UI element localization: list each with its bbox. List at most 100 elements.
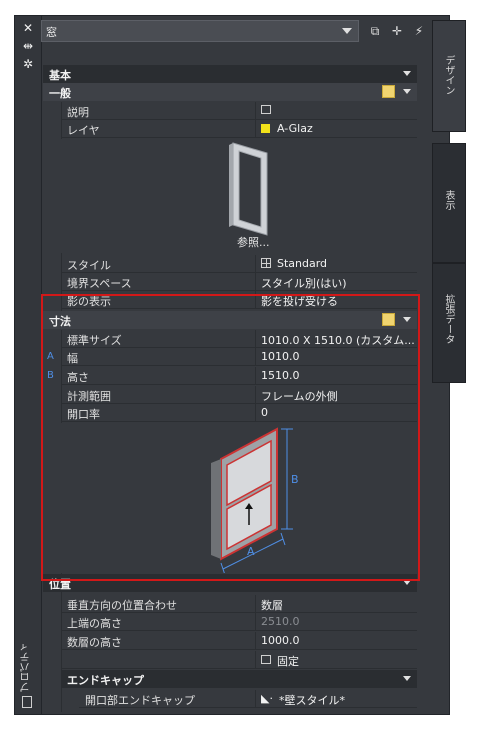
select-objects-icon[interactable]: ✛	[388, 22, 406, 40]
row-bound-spaces[interactable]: 境界スペース スタイル別(はい)	[61, 273, 417, 291]
autohide-icon[interactable]: ⇹	[21, 40, 35, 52]
row-value: スタイル別(はい)	[261, 277, 347, 290]
object-type-value: 窓	[46, 26, 57, 39]
anchor-icon[interactable]	[261, 655, 271, 664]
column-divider	[255, 690, 256, 708]
row-value: 1000.0	[261, 634, 300, 647]
row-key: 計測範囲	[67, 390, 111, 403]
column-divider	[255, 120, 256, 138]
row-value: 影を投げ受ける	[261, 295, 338, 308]
row-value: 2510.0	[261, 615, 300, 628]
column-divider	[255, 386, 256, 404]
palette-titlebar: ✕ ⇹ ✲ プロパティ	[15, 16, 42, 714]
row-measure-to[interactable]: 計測範囲 フレームの外側	[61, 386, 417, 404]
row-height[interactable]: 高さ 1510.0	[61, 367, 417, 385]
object-type-select[interactable]: 窓	[41, 20, 359, 42]
row-key: レイヤ	[67, 124, 100, 137]
tab-design[interactable]: デザイン	[432, 20, 466, 132]
settings-icon[interactable]	[382, 85, 395, 98]
row-opening-percent[interactable]: 開口率 0	[61, 404, 417, 422]
row-value: *壁スタイル*	[279, 694, 345, 707]
section-location-label: 位置	[49, 578, 71, 591]
row-key: 垂直方向の位置合わせ	[67, 599, 177, 612]
row-value: 数層	[261, 599, 283, 612]
dimension-marker-a: A	[47, 351, 54, 362]
column-divider	[255, 255, 256, 273]
row-anchor[interactable]: 固定	[61, 651, 417, 669]
tab-extended-data-label: 拡張データ	[443, 294, 454, 344]
row-key: 標準サイズ	[67, 334, 122, 347]
row-key: スタイル	[67, 259, 111, 272]
palette-icon	[22, 696, 32, 708]
chevron-down-icon	[403, 676, 411, 681]
chevron-down-icon	[403, 580, 411, 585]
row-opening-endcap[interactable]: 開口部エンドキャップ ◣· *壁スタイル*	[79, 690, 417, 708]
palette-title: プロパティ	[21, 642, 32, 692]
settings-icon[interactable]	[382, 313, 395, 326]
row-shadow-display[interactable]: 影の表示 影を投げ受ける	[61, 291, 417, 309]
section-basic-label: 基本	[49, 69, 71, 82]
section-dimensions[interactable]: 寸法	[43, 311, 417, 329]
row-key: 境界スペース	[67, 277, 132, 290]
row-value: 1010.0	[261, 350, 300, 363]
row-standard-size[interactable]: 標準サイズ 1010.0 X 1510.0 (カスタム...	[61, 330, 417, 348]
quick-select-icon[interactable]: ⚡	[410, 22, 428, 40]
row-value: 1010.0 X 1510.0 (カスタム...	[261, 334, 415, 347]
row-value: 固定	[277, 655, 299, 668]
row-layer[interactable]: レイヤ A-Glaz	[61, 120, 417, 138]
row-width[interactable]: 幅 1010.0	[61, 348, 417, 366]
row-key: 幅	[67, 352, 78, 365]
row-style[interactable]: スタイル Standard	[61, 255, 417, 273]
row-key: 説明	[67, 106, 89, 119]
chevron-down-icon	[342, 28, 352, 34]
section-dimensions-label: 寸法	[49, 315, 71, 328]
row-value: 0	[261, 406, 268, 419]
row-value: Standard	[277, 257, 328, 270]
row-value: A-Glaz	[277, 122, 313, 135]
row-head-height[interactable]: 上端の高さ 2510.0	[61, 613, 417, 631]
column-divider	[255, 613, 256, 631]
column-divider	[255, 404, 256, 422]
row-key: 上端の高さ	[67, 617, 122, 630]
column-divider	[255, 651, 256, 669]
endcap-icon: ◣·	[261, 692, 273, 705]
tab-design-label: デザイン	[443, 55, 454, 95]
dimension-marker-b: B	[47, 370, 54, 381]
row-key: 数層の高さ	[67, 636, 122, 649]
row-key: 開口率	[67, 408, 100, 421]
row-value: 1510.0	[261, 369, 300, 382]
section-general-label: 一般	[49, 87, 71, 100]
row-key: 開口部エンドキャップ	[85, 694, 195, 707]
row-description[interactable]: 説明	[61, 102, 417, 120]
grid-icon	[261, 258, 271, 268]
layer-swatch	[261, 124, 270, 133]
dimension-diagram: B A	[61, 423, 417, 576]
chevron-down-icon	[403, 71, 411, 76]
preview-label: 参照...	[237, 235, 270, 249]
settings-icon[interactable]: ✲	[21, 58, 35, 70]
edit-icon[interactable]	[261, 105, 271, 114]
diagram-label-a: A	[247, 545, 255, 558]
row-vertical-alignment[interactable]: 垂直方向の位置合わせ 数層	[61, 595, 417, 613]
section-location[interactable]: 位置	[43, 574, 417, 592]
section-basic[interactable]: 基本	[43, 65, 417, 83]
chevron-down-icon	[403, 89, 411, 94]
add-to-selection-icon[interactable]: ⧉	[366, 22, 384, 40]
diagram-label-b: B	[291, 473, 299, 486]
column-divider	[255, 330, 256, 348]
row-key: 高さ	[67, 371, 89, 384]
chevron-down-icon	[403, 317, 411, 322]
section-general[interactable]: 一般	[43, 83, 417, 101]
column-divider	[255, 632, 256, 650]
section-endcap-label: エンドキャップ	[67, 674, 144, 687]
tab-extended-data[interactable]: 拡張データ	[432, 263, 466, 383]
tab-display[interactable]: 表示	[432, 143, 466, 263]
row-sill-height[interactable]: 数層の高さ 1000.0	[61, 632, 417, 650]
column-divider	[255, 348, 256, 366]
style-preview[interactable]: 参照...	[61, 139, 417, 253]
close-icon[interactable]: ✕	[21, 22, 35, 34]
window-dimension-illustration: B A	[211, 427, 299, 576]
section-endcap[interactable]: エンドキャップ	[61, 670, 417, 688]
column-divider	[255, 291, 256, 309]
column-divider	[255, 273, 256, 291]
